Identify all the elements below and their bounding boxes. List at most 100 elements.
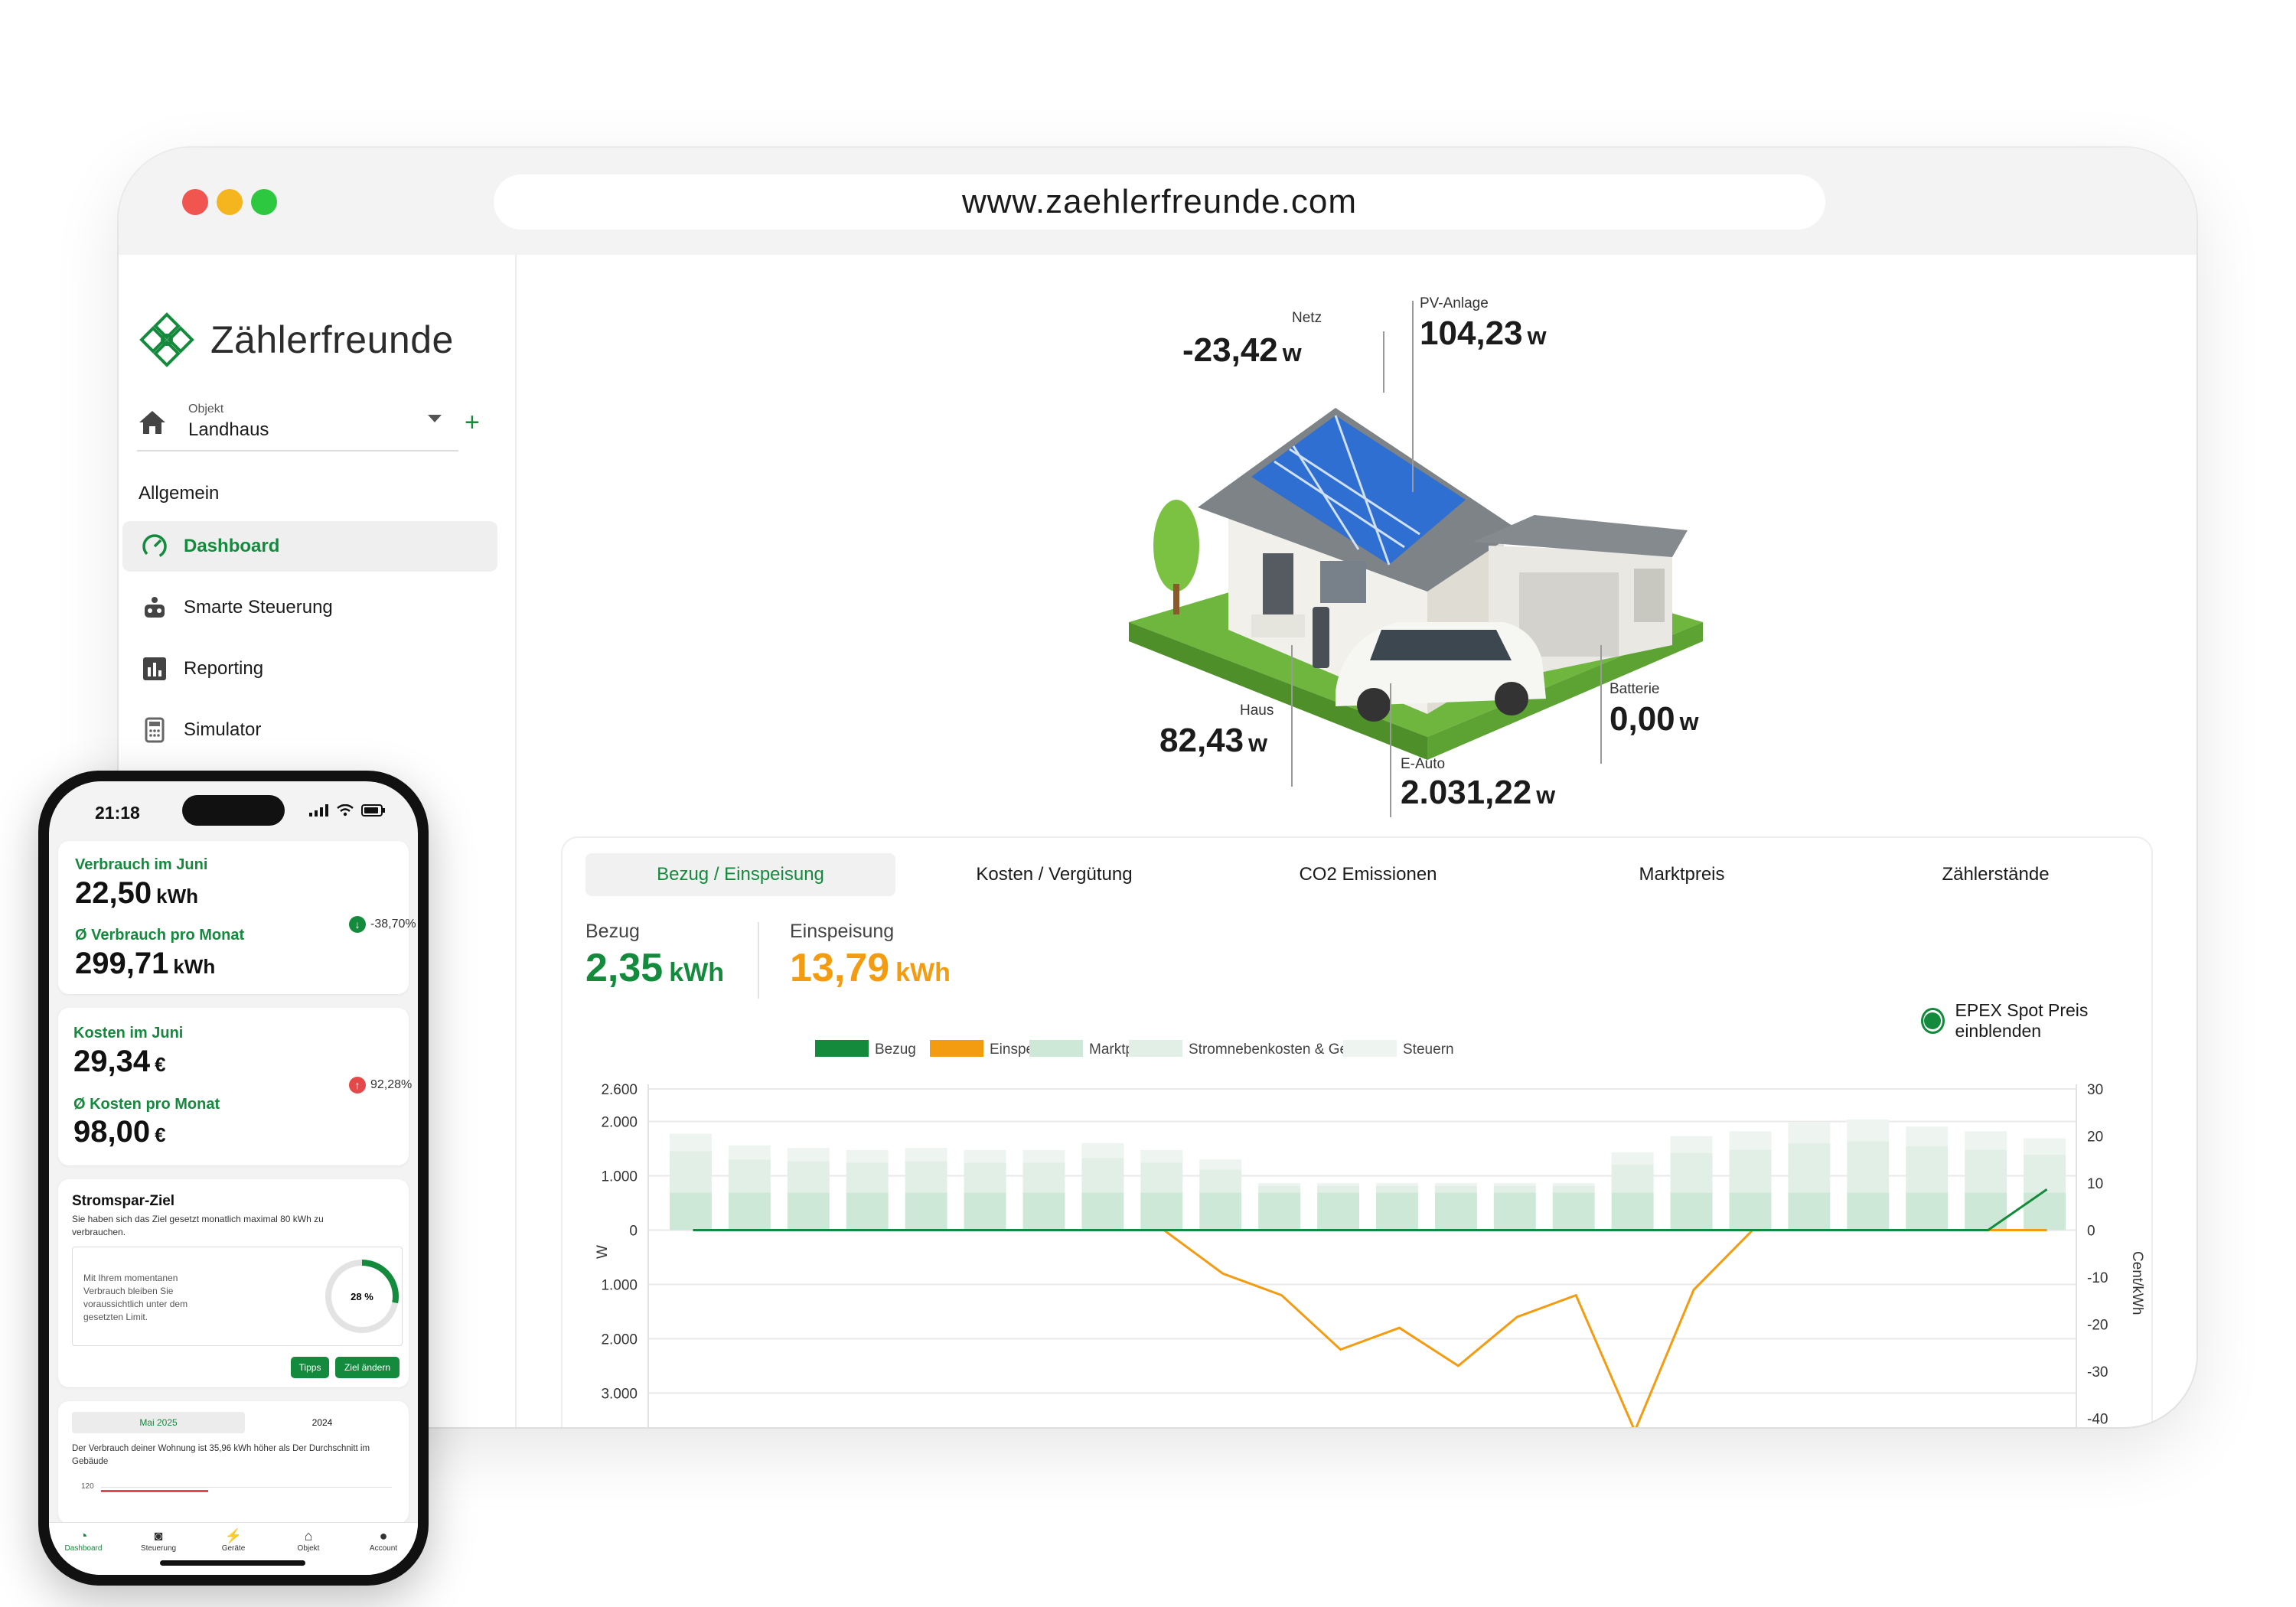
cost-title: Kosten im Juni — [73, 1025, 184, 1041]
price-bar-steuern — [846, 1149, 889, 1163]
tips-button[interactable]: Tipps — [291, 1357, 329, 1378]
goal-status-box: Mit Ihrem momentanen Verbrauch bleiben S… — [72, 1247, 403, 1346]
tab-co2-emissionen[interactable]: CO2 Emissionen — [1213, 853, 1523, 896]
consumption-title: Verbrauch im Juni — [75, 856, 208, 873]
price-bar-nebenkosten — [670, 1151, 712, 1193]
object-selector[interactable]: Objekt Landhaus — [137, 396, 458, 451]
legend-swatch — [1129, 1040, 1182, 1057]
gauge-icon: ◔ — [79, 1528, 88, 1543]
tab-marktpreis[interactable]: Marktpreis — [1527, 853, 1837, 896]
price-bar-marktpreis — [2024, 1192, 2066, 1231]
nav-account[interactable]: ● Account — [349, 1527, 418, 1553]
bar-chart-icon — [143, 657, 166, 680]
einspeisung-line — [693, 1228, 2047, 1427]
price-bar-steuern — [1729, 1131, 1772, 1150]
y-tick-left: 0 — [629, 1223, 638, 1239]
goal-text: Sie haben sich das Ziel gesetzt monatlic… — [72, 1214, 324, 1237]
bezug-kpi-number: 2,35 — [585, 946, 664, 990]
batterie-label: Batterie — [1609, 681, 1660, 697]
tab-bezug-einspeisung[interactable]: Bezug / Einspeisung — [585, 853, 895, 896]
consumption-summary-card[interactable]: Verbrauch im Juni 22,50 kWh ↓ -38,70% Ø Ve… — [58, 841, 416, 994]
tab-zaehlerstaende[interactable]: Zählerstände — [1841, 853, 2151, 896]
gauge-icon — [142, 534, 167, 559]
y-tick-right: 20 — [2087, 1129, 2103, 1145]
sidebar-item-smarte-steuerung[interactable]: Smarte Steuerung — [122, 582, 497, 633]
cost-change: ↑ 92,28% — [349, 1077, 412, 1094]
consumption-value-number: 22,50 — [75, 876, 152, 910]
legend-swatch — [1029, 1040, 1083, 1057]
sidebar-item-reporting[interactable]: Reporting — [122, 644, 497, 694]
eauto-value-number: 2.031,22 — [1401, 774, 1532, 811]
maximize-window-button[interactable] — [251, 189, 277, 215]
price-bar-steuern — [1081, 1143, 1124, 1159]
batterie-value: 0,00 w — [1609, 700, 1699, 738]
price-bar-nebenkosten — [1611, 1164, 1654, 1193]
cost-summary-card[interactable]: Kosten im Juni 29,34 € ↑ 92,28% Ø Kosten p… — [58, 1008, 412, 1165]
brand-logo[interactable]: Zählerfreunde — [135, 308, 454, 371]
netz-value-number: -23,42 — [1182, 331, 1278, 369]
eauto-connector — [1390, 683, 1391, 817]
avg-consumption-unit: kWh — [173, 955, 216, 978]
price-bar-steuern — [2024, 1138, 2066, 1155]
pv-label: PV-Anlage — [1420, 295, 1489, 311]
haus-connector — [1291, 645, 1293, 787]
robot-icon — [145, 597, 165, 618]
sidebar-item-simulator[interactable]: Simulator — [122, 705, 497, 755]
consumption-change-value: -38,70% — [370, 918, 416, 931]
consumption-value: 22,50 kWh — [75, 876, 198, 911]
tab-mai-2025[interactable]: Mai 2025 — [72, 1412, 245, 1433]
home-icon — [139, 411, 165, 434]
comparison-card: Mai 2025 2024 Der Verbrauch deiner Wohnu… — [58, 1401, 409, 1524]
price-bar-nebenkosten — [1906, 1146, 1949, 1193]
price-bar-marktpreis — [1788, 1192, 1831, 1231]
price-bar-marktpreis — [1493, 1192, 1536, 1231]
avg-cost-unit: € — [155, 1123, 166, 1146]
price-bar-marktpreis — [1140, 1192, 1183, 1231]
nav-objekt[interactable]: ⌂ Objekt — [274, 1527, 343, 1553]
price-bar-nebenkosten — [1788, 1143, 1831, 1193]
robot-icon: ◙ — [154, 1528, 163, 1543]
price-bar-nebenkosten — [1729, 1149, 1772, 1193]
plug-icon: ⚡ — [224, 1528, 243, 1543]
haus-label: Haus — [1240, 702, 1274, 719]
price-bar-marktpreis — [728, 1192, 771, 1231]
price-bar-marktpreis — [846, 1192, 889, 1231]
bezug-kpi: 2,35 kWh — [585, 945, 724, 991]
price-bar-marktpreis — [670, 1192, 712, 1231]
avg-consumption-title: Ø Verbrauch pro Monat — [75, 927, 245, 944]
price-bar-steuern — [1552, 1182, 1595, 1186]
price-bar-marktpreis — [1906, 1192, 1949, 1231]
avg-cost-title: Ø Kosten pro Monat — [73, 1096, 220, 1113]
price-bar-steuern — [1611, 1152, 1654, 1165]
y-tick-right: -30 — [2087, 1364, 2108, 1380]
change-goal-button[interactable]: Ziel ändern — [335, 1357, 400, 1378]
cost-change-value: 92,28% — [370, 1078, 413, 1091]
close-window-button[interactable] — [182, 189, 208, 215]
price-bar-steuern — [1022, 1149, 1065, 1163]
tab-kosten-verguetung[interactable]: Kosten / Vergütung — [899, 853, 1209, 896]
price-bar-marktpreis — [1317, 1192, 1359, 1231]
nav-steuerung[interactable]: ◙ Steuerung — [124, 1527, 193, 1553]
sidebar-item-label: Smarte Steuerung — [184, 597, 333, 618]
price-bar-marktpreis — [1729, 1192, 1772, 1231]
y-tick-right: -20 — [2087, 1317, 2108, 1333]
legend-label: Steuern — [1403, 1041, 1454, 1058]
add-object-button[interactable]: + — [465, 408, 480, 438]
y-tick-left: 1.000 — [601, 1169, 638, 1185]
calculator-icon — [145, 717, 165, 743]
nav-label: Dashboard — [64, 1544, 103, 1553]
minimize-window-button[interactable] — [217, 189, 243, 215]
nav-label: Objekt — [297, 1544, 320, 1553]
pv-value: 104,23 w — [1420, 315, 1546, 353]
nav-dashboard[interactable]: ◔ Dashboard — [49, 1527, 118, 1553]
sidebar-item-dashboard[interactable]: Dashboard — [122, 521, 497, 572]
comparison-gridline — [101, 1487, 392, 1488]
price-bar-steuern — [1140, 1149, 1183, 1163]
address-bar[interactable]: www.zaehlerfreunde.com — [494, 174, 1825, 230]
tab-2024[interactable]: 2024 — [249, 1412, 395, 1433]
nav-geraete[interactable]: ⚡ Geräte — [199, 1527, 268, 1553]
status-icons — [309, 804, 386, 817]
object-selector-label: Objekt — [188, 403, 224, 416]
y-tick-right: 0 — [2087, 1223, 2095, 1239]
price-bar-nebenkosten — [846, 1162, 889, 1193]
